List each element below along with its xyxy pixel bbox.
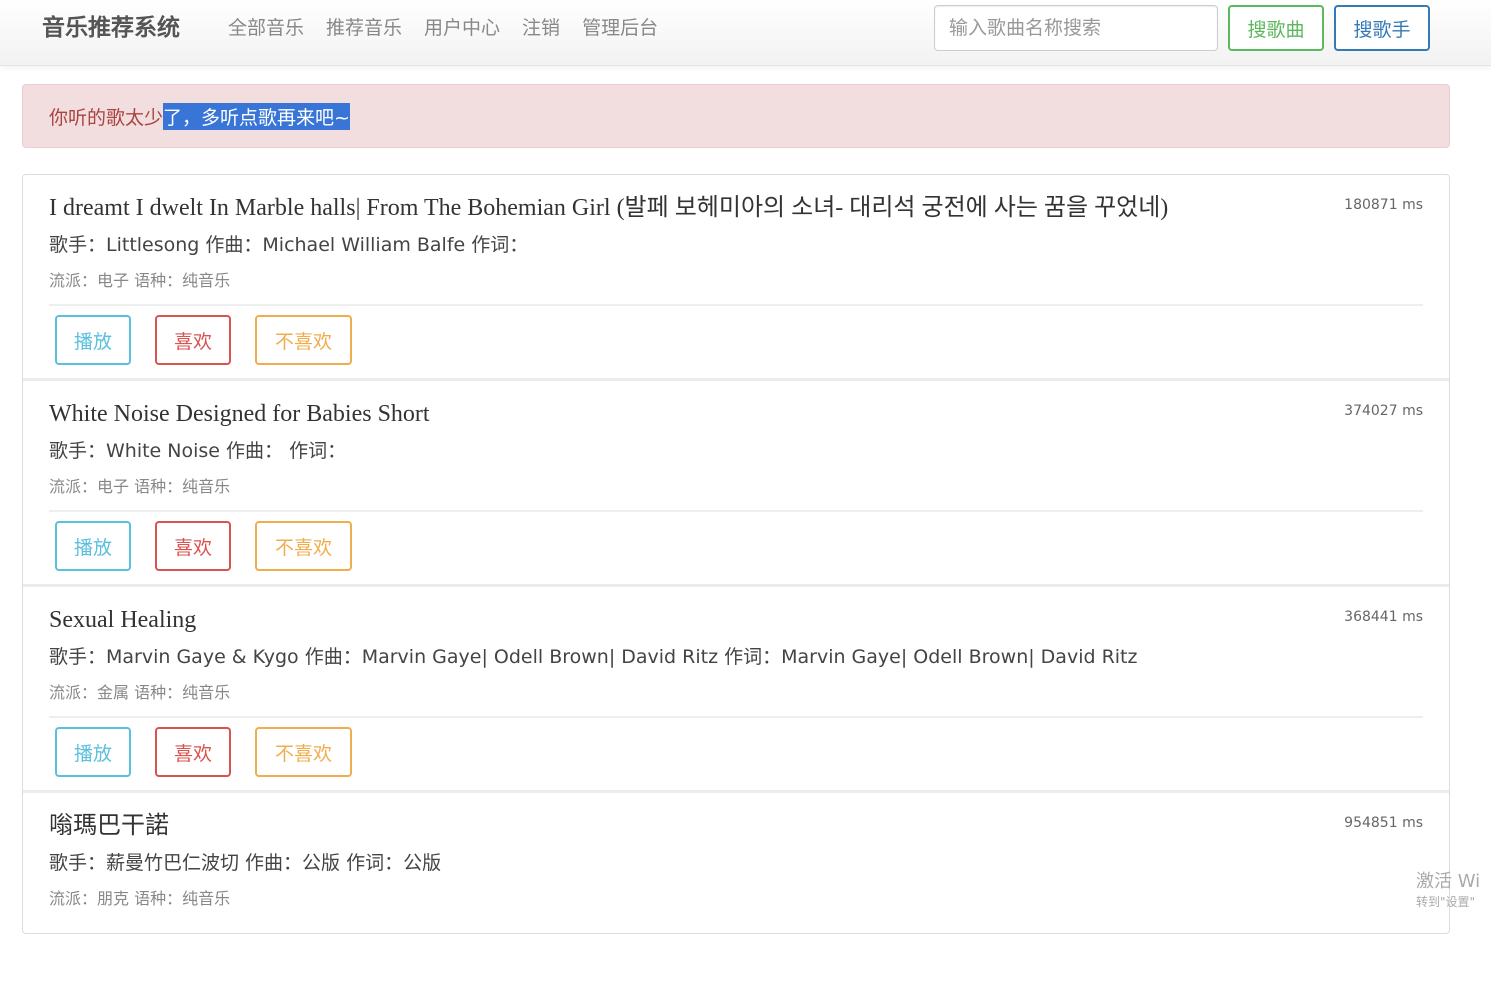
song-duration: 180871 ms (1344, 197, 1423, 213)
alert-text: 你听的歌太少 (49, 106, 164, 129)
song-tags: 流派：朋克 语种：纯音乐 (49, 889, 231, 908)
like-button[interactable]: 喜欢 (155, 727, 231, 777)
song-duration: 374027 ms (1344, 403, 1423, 419)
nav-link-all-music[interactable]: 全部音乐 (228, 14, 304, 42)
play-button[interactable]: 播放 (55, 315, 131, 365)
top-navbar: 音乐推荐系统 全部音乐 推荐音乐 用户中心 注销 管理后台 搜歌曲 搜歌手 (0, 0, 1491, 66)
song-meta: 歌手：薪曼竹巴仁波切 作曲：公版 作词：公版 (49, 852, 442, 874)
like-button[interactable]: 喜欢 (155, 315, 231, 365)
nav-link-recommended-music[interactable]: 推荐音乐 (326, 14, 402, 42)
song-item: 嗡瑪巴干諾 954851 ms 歌手：薪曼竹巴仁波切 作曲：公版 作词：公版 流… (23, 793, 1449, 999)
warning-alert: 你听的歌太少 了，多听点歌再来吧~ (22, 84, 1450, 148)
alert-selected-text: 了，多听点歌再来吧~ (163, 102, 350, 130)
dislike-button[interactable]: 不喜欢 (255, 521, 352, 571)
nav-links: 全部音乐 推荐音乐 用户中心 注销 管理后台 (228, 14, 680, 42)
dislike-button[interactable]: 不喜欢 (255, 727, 352, 777)
song-title: White Noise Designed for Babies Short (49, 401, 430, 427)
song-meta: 歌手：Littlesong 作曲：Michael William Balfe 作… (49, 234, 529, 256)
song-title: I dreamt I dwelt In Marble halls| From T… (49, 195, 1169, 221)
watermark-line2: 转到"设置" (1416, 895, 1476, 909)
search-singer-button[interactable]: 搜歌手 (1334, 5, 1430, 51)
brand-title[interactable]: 音乐推荐系统 (42, 12, 180, 44)
song-item: White Noise Designed for Babies Short 37… (23, 381, 1449, 587)
play-button[interactable]: 播放 (55, 521, 131, 571)
song-meta: 歌手：White Noise 作曲： 作词： (49, 440, 347, 462)
song-title: 嗡瑪巴干諾 (49, 813, 169, 839)
nav-link-admin[interactable]: 管理后台 (582, 14, 658, 42)
song-divider (49, 510, 1423, 512)
song-divider (49, 716, 1423, 718)
nav-link-logout[interactable]: 注销 (522, 14, 560, 42)
activation-watermark: 激活 Wi 转到"设置" (1416, 870, 1480, 910)
song-divider (49, 304, 1423, 306)
song-item: I dreamt I dwelt In Marble halls| From T… (23, 175, 1449, 381)
song-actions: 播放 喜欢 不喜欢 (55, 315, 376, 365)
song-actions: 播放 喜欢 不喜欢 (55, 521, 376, 571)
song-duration: 368441 ms (1344, 609, 1423, 625)
like-button[interactable]: 喜欢 (155, 521, 231, 571)
song-tags: 流派：电子 语种：纯音乐 (49, 271, 231, 290)
song-item: Sexual Healing 368441 ms 歌手：Marvin Gaye … (23, 587, 1449, 793)
song-duration: 954851 ms (1344, 815, 1423, 831)
song-meta: 歌手：Marvin Gaye & Kygo 作曲：Marvin Gaye| Od… (49, 646, 1138, 668)
search-song-button[interactable]: 搜歌曲 (1228, 5, 1324, 51)
song-actions: 播放 喜欢 不喜欢 (55, 727, 376, 777)
song-title: Sexual Healing (49, 607, 197, 633)
play-button[interactable]: 播放 (55, 727, 131, 777)
song-tags: 流派：金属 语种：纯音乐 (49, 683, 231, 702)
song-tags: 流派：电子 语种：纯音乐 (49, 477, 231, 496)
dislike-button[interactable]: 不喜欢 (255, 315, 352, 365)
search-input[interactable] (934, 5, 1218, 51)
song-list: I dreamt I dwelt In Marble halls| From T… (22, 174, 1450, 934)
watermark-line1: 激活 Wi (1416, 871, 1481, 892)
nav-link-user-center[interactable]: 用户中心 (424, 14, 500, 42)
